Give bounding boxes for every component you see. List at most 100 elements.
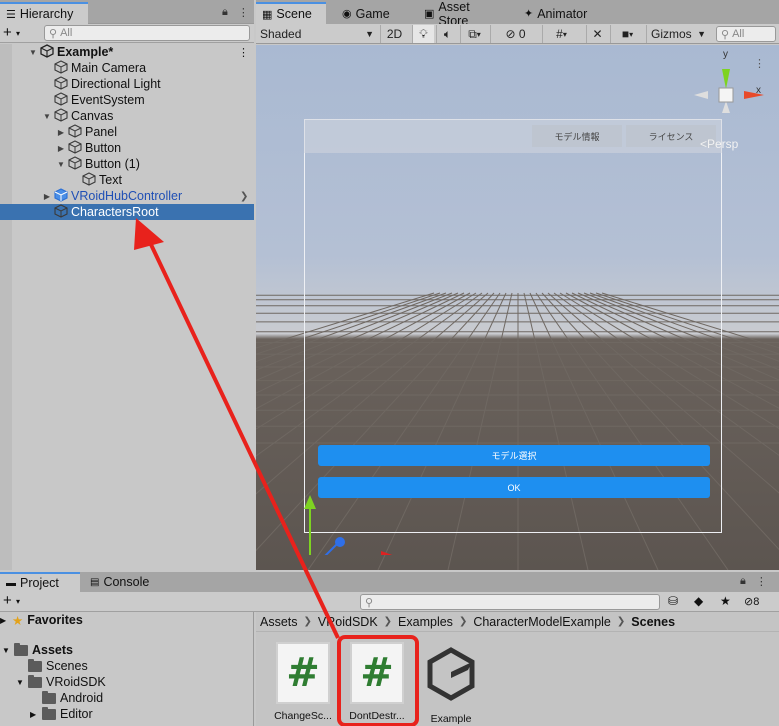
tab-game[interactable]: ◉ Game [336,3,412,24]
breadcrumb-item[interactable]: Assets [260,615,298,629]
tab-console[interactable]: ▤ Console [84,572,160,592]
label-icon[interactable]: ◆ [694,594,703,608]
star-icon[interactable]: ★ [720,594,731,608]
shading-mode-value: Shaded [260,27,302,41]
hierarchy-item[interactable]: Text [0,171,254,188]
more-icon[interactable]: ⋮ [756,575,767,588]
hierarchy-item[interactable]: ▶ Panel [0,123,254,140]
hierarchy-item[interactable]: ▶ Button [0,139,254,156]
folder-label: VRoidSDK [46,675,106,689]
scene-viewport[interactable]: モデル情報 ライセンス <Persp モデル選択 OK y x ⋮ [256,45,779,570]
camera-icon: ■ [621,27,630,41]
chevron-down-icon[interactable]: ▼ [56,159,66,169]
project-search-input[interactable]: ⚲ [360,594,660,610]
project-content: Assets ❯ VRoidSDK ❯ Examples ❯ CharacterModelE… [256,612,779,726]
breadcrumb-item[interactable]: Scenes [631,615,675,629]
persp-label[interactable]: <Persp [700,137,738,151]
move-gizmo-icon[interactable] [296,445,416,555]
hierarchy-search-input[interactable]: ⚲ All [44,25,250,41]
gizmos-dropdown[interactable]: Gizmos ▼ [646,25,710,43]
asset-label: Example [430,713,472,725]
more-icon[interactable]: ⋮ [238,46,249,59]
camera-dropdown[interactable]: ■ ▾ [610,25,644,43]
chevron-right-icon[interactable]: ▶ [56,127,66,137]
folder-icon [28,658,42,672]
scene-more-icon[interactable]: ⋮ [754,57,765,70]
filter-type-icon[interactable]: ⛁ [668,594,678,608]
folder-item[interactable]: ▼ VRoidSDK [16,674,106,690]
add-icon[interactable]: + [3,592,12,610]
grid-dropdown[interactable]: # ▾ [542,25,580,43]
effects-dropdown[interactable]: ⧉ ▾ [460,25,488,43]
more-icon[interactable]: ⋮ [238,6,249,19]
hierarchy-item[interactable]: ▶ VRoidHubController ❯ [0,187,254,204]
chevron-right-icon[interactable]: ▶ [56,143,66,153]
hierarchy-item[interactable]: Main Camera [0,59,254,76]
breadcrumb: Assets ❯ VRoidSDK ❯ Examples ❯ CharacterModelE… [256,612,779,632]
chevron-right-icon[interactable]: ▶ [42,191,52,201]
folder-icon [42,706,56,720]
speaker-icon: 🔈︎ [443,26,452,41]
hierarchy-search-placeholder: All [60,27,73,39]
chevron-right-icon[interactable]: ❯ [240,191,248,202]
asset-item[interactable]: Example [416,642,486,725]
asset-item[interactable]: # DontDestr... [342,642,412,724]
shading-mode-dropdown[interactable]: Shaded ▼ [256,25,378,43]
store-icon: ▣ [424,8,435,20]
tab-animator[interactable]: ✦ Animator [518,3,598,24]
tools-button[interactable]: ✕ [586,25,608,43]
tab-hierarchy[interactable]: ☰ Hierarchy [0,2,88,24]
folder-item[interactable]: Scenes [16,658,88,674]
lock-icon[interactable]: 🔒︎ [740,575,746,588]
tab-project[interactable]: ▬ Project [0,572,80,592]
chevron-down-icon[interactable]: ▼ [42,111,52,121]
hierarchy-item[interactable]: ▼ Canvas [0,107,254,124]
tab-label: Project [20,576,59,590]
hierarchy-item[interactable]: Directional Light [0,75,254,92]
lighting-toggle[interactable]: 💡︎ [412,25,434,43]
hidden-packages-toggle[interactable]: ⊘8 [744,595,759,608]
ui-tab-license-label: ライセンス [648,131,694,142]
unity-scene-icon [427,647,475,701]
gizmos-label: Gizmos [651,27,692,41]
folder-item[interactable]: Android [30,690,103,706]
hierarchy-item[interactable]: EventSystem [0,91,254,108]
tab-hierarchy-label: Hierarchy [19,7,74,21]
audio-toggle[interactable]: 🔈︎ [436,25,458,43]
project-panel: 🔒︎ ⋮ ▬ Project ▤ Console + ▾ ⚲ ⛁ ◆ ★ ⊘8 ▶ ★… [0,572,779,726]
hierarchy-item[interactable]: CharactersRoot [0,203,254,220]
tab-label: Scene [276,7,312,21]
add-icon[interactable]: + [3,24,12,42]
folder-item[interactable]: ▶ Editor [30,706,93,722]
breadcrumb-item[interactable]: Examples [398,615,453,629]
tab-asset-store[interactable]: ▣ Asset Store [418,0,504,28]
chevron-right-icon [70,175,80,185]
scene-search-input[interactable]: ⚲ All [716,26,776,42]
hierarchy-item-label: Button (1) [85,157,140,171]
hidden-objects-toggle[interactable]: ⊘ 0 [490,25,540,43]
chevron-down-icon[interactable]: ▾ [16,25,20,43]
asset-item[interactable]: # ChangeSc... [268,642,338,724]
tab-scene[interactable]: ▦ Scene [256,2,326,24]
chevron-right-icon [42,79,52,89]
tab-label: Animator [537,6,588,21]
lock-icon[interactable]: 🔒︎ [222,6,228,19]
chevron-down-icon[interactable]: ▼ [2,646,14,655]
ui-tab-model-info[interactable]: モデル情報 [532,125,622,147]
scene-icon [38,43,57,61]
hierarchy-item[interactable]: ▼ Example* ⋮ [0,43,254,61]
asset-label: ChangeSc... [274,710,332,722]
breadcrumb-item[interactable]: CharacterModelExample [473,615,611,629]
hierarchy-item[interactable]: ▼ Button (1) [0,155,254,172]
folder-icon [28,674,42,688]
breadcrumb-item[interactable]: VRoidSDK [318,615,378,629]
chevron-down-icon[interactable]: ▼ [28,47,38,57]
folder-item[interactable]: ▼ Assets [2,642,73,658]
favorites-item[interactable]: ▶ ★ Favorites [0,612,83,628]
toggle-2d-button[interactable]: 2D [380,25,408,43]
chevron-right-icon[interactable]: ▶ [30,710,42,719]
chevron-down-icon[interactable]: ▾ [16,593,20,611]
console-icon: ▤ [90,576,100,588]
chevron-down-icon[interactable]: ▼ [16,678,28,687]
chevron-right-icon [42,95,52,105]
